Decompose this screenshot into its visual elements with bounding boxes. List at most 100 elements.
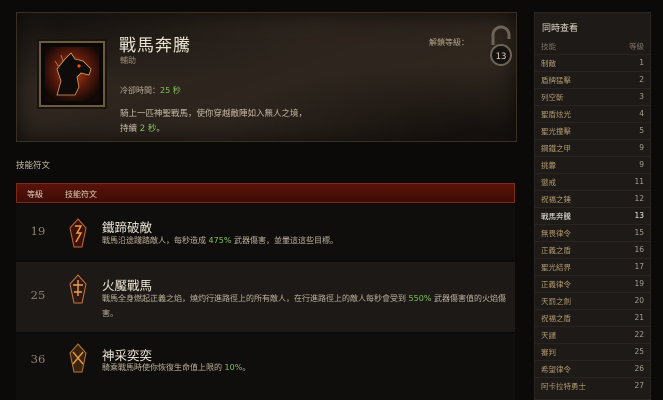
rune-row: 25 火魘戰馬 戰馬全身燃起正義之焰，燒灼行進路徑上的所有敵人，在行進路徑上的敵… xyxy=(16,262,515,332)
rune-description-part2: 。 xyxy=(242,363,251,372)
sidebar-skill-link[interactable]: 列空斬 3 xyxy=(535,88,650,105)
rune-description-part1: 騎乘戰馬時使你恢復生命值上限的 xyxy=(102,363,225,372)
rune-description-part2: 武器傷害，並暈這這些目標。 xyxy=(231,236,338,245)
sidebar-skill-level: 3 xyxy=(639,92,644,101)
rune-level: 36 xyxy=(30,352,46,366)
sidebar-skill-link[interactable]: 正義律令 19 xyxy=(535,275,650,292)
sidebar-column-header: 技能 等級 xyxy=(535,37,650,54)
sidebar-skill-link[interactable]: 戰馬奔騰 13 xyxy=(535,207,650,224)
sidebar-skill-level: 9 xyxy=(639,160,644,169)
sidebar-skill-link[interactable]: 正義之盾 16 xyxy=(535,241,650,258)
rune-crimson-icon xyxy=(69,218,87,248)
sidebar-title: 同時查看 xyxy=(542,24,579,34)
rune-damage-value: 550% xyxy=(408,294,432,303)
sidebar-skill-level: 25 xyxy=(634,347,644,356)
rune-description: 戰馬沿途踐踏敵人，每秒造成 475% 武器傷害，並暈這這些目標。 xyxy=(102,234,514,249)
black-horse-head-icon xyxy=(45,47,99,101)
sidebar-skill-link[interactable]: 審判 25 xyxy=(535,343,650,360)
sidebar-skill-level: 4 xyxy=(639,109,644,118)
sidebar-skill-level: 20 xyxy=(634,296,644,305)
sidebar-skill-name[interactable]: 希望律令 xyxy=(541,364,571,375)
sidebar-skill-name[interactable]: 鋼鐵之甲 xyxy=(541,143,571,154)
sidebar-skill-link[interactable]: 希望律令 26 xyxy=(535,360,650,377)
sidebar-skill-name[interactable]: 聖光結界 xyxy=(541,262,571,273)
sidebar-skill-link[interactable]: 阿卡拉特勇士 27 xyxy=(535,377,650,394)
sidebar-column-skill: 技能 xyxy=(541,42,556,51)
sidebar-skill-link[interactable]: 聖光結界 17 xyxy=(535,258,650,275)
rune-indigo-icon xyxy=(69,274,87,304)
sidebar-skill-name[interactable]: 懲戒 xyxy=(541,177,556,188)
sidebar-skill-link[interactable]: 無畏律令 15 xyxy=(535,224,650,241)
sidebar-skill-name[interactable]: 無畏律令 xyxy=(541,228,571,239)
sidebar-skill-name[interactable]: 制敵 xyxy=(541,58,556,69)
sidebar-skill-link[interactable]: 天罰之劍 20 xyxy=(535,292,650,309)
sidebar-skill-link[interactable]: 天譴 22 xyxy=(535,326,650,343)
sidebar-skill-name[interactable]: 聖光撞擊 xyxy=(541,126,571,137)
sidebar-skill-name[interactable]: 審判 xyxy=(541,347,556,358)
skill-description-part3: 。 xyxy=(156,124,165,134)
sidebar-skill-level: 17 xyxy=(634,262,644,271)
sidebar-skill-level: 11 xyxy=(634,177,644,186)
sidebar-skill-level: 21 xyxy=(634,313,644,322)
sidebar-skill-link[interactable]: 挑釁 9 xyxy=(535,156,650,173)
sidebar-skill-name[interactable]: 阿卡拉特勇士 xyxy=(541,381,586,392)
column-rune: 技能符文 xyxy=(65,190,97,199)
cooldown-text: 冷卻時間：25 秒 xyxy=(120,85,181,96)
rune-heal-value: 10% xyxy=(224,363,243,372)
rune-description-part1: 戰馬全身燃起正義之焰，燒灼行進路徑上的所有敵人，在行進路徑上的敵人每秒會受到 xyxy=(102,294,409,303)
sidebar-skill-level: 12 xyxy=(634,194,644,203)
sidebar-skill-level: 27 xyxy=(634,381,644,390)
unlock-level-label: 解鎖等級： xyxy=(429,38,469,47)
sidebar-skill-level: 5 xyxy=(639,126,644,135)
sidebar-skill-link[interactable]: 懲戒 11 xyxy=(535,173,650,190)
sidebar-skill-link[interactable]: 制敵 1 xyxy=(535,54,650,71)
skill-detail-card: 戰馬奔騰 輔助 冷卻時間：25 秒 騎上一匹神聖戰馬，使你穿越敵陣如入無人之境，… xyxy=(16,12,517,142)
sidebar-skill-name[interactable]: 天譴 xyxy=(541,330,556,341)
rune-row: 36 神采奕奕 騎乘戰馬時使你恢復生命值上限的 10%。 xyxy=(16,334,515,400)
skill-description: 騎上一匹神聖戰馬，使你穿越敵陣如入無人之境， 持續 2 秒。 xyxy=(120,107,380,137)
runes-table-header: 等級 技能符文 xyxy=(16,183,515,203)
skill-description-part2: 持續 xyxy=(120,124,140,134)
sidebar-skill-link[interactable]: 鋼鐵之甲 9 xyxy=(535,139,650,156)
sidebar-skill-name[interactable]: 天罰之劍 xyxy=(541,296,571,307)
column-level: 等級 xyxy=(27,190,43,199)
sidebar-skill-list: 制敵 1 盾牌猛擊 2 列空斬 3 聖盾炫光 4 聖光撞擊 5 鋼鐵之甲 9 挑釁 9 懲戒 11 祝福之錘 12… xyxy=(535,54,650,394)
skill-icon-frame xyxy=(39,41,105,107)
skill-category: 輔助 xyxy=(120,56,136,65)
sidebar-column-level: 等級 xyxy=(629,42,644,51)
cooldown-label: 冷卻時間： xyxy=(120,86,160,95)
skill-description-part1: 騎上一匹神聖戰馬，使你穿越敵陣如入無人之境， xyxy=(120,109,308,119)
sidebar-skill-name[interactable]: 祝福之錘 xyxy=(541,194,571,205)
rune-level: 19 xyxy=(30,224,46,238)
sidebar-skill-level: 19 xyxy=(634,279,644,288)
unlock-level-value: 13 xyxy=(495,52,507,62)
sidebar-skill-name[interactable]: 列空斬 xyxy=(541,92,564,103)
sidebar-skill-link[interactable]: 盾牌猛擊 2 xyxy=(535,71,650,88)
sidebar-skill-level: 22 xyxy=(634,330,644,339)
sidebar-skill-name[interactable]: 戰馬奔騰 xyxy=(541,211,571,222)
sidebar-skill-level: 9 xyxy=(639,143,644,152)
rune-golden-icon xyxy=(69,343,87,373)
cooldown-value: 25 秒 xyxy=(160,86,181,95)
rune-description: 騎乘戰馬時使你恢復生命值上限的 10%。 xyxy=(102,361,514,376)
sidebar-skill-level: 1 xyxy=(639,58,644,67)
sidebar-skill-level: 13 xyxy=(634,211,644,220)
see-also-sidebar: 同時查看 技能 等級 制敵 1 盾牌猛擊 2 列空斬 3 聖盾炫光 4 聖光撞擊 5 鋼鐵之甲 9 挑釁… xyxy=(534,12,651,400)
sidebar-skill-level: 2 xyxy=(639,75,644,84)
rune-description-part1: 戰馬沿途踐踏敵人，每秒造成 xyxy=(102,236,209,245)
rune-row: 19 鐵蹄破敵 戰馬沿途踐踏敵人，每秒造成 475% 武器傷害，並暈這這些目標。 xyxy=(16,204,515,260)
sidebar-skill-link[interactable]: 聖光撞擊 5 xyxy=(535,122,650,139)
sidebar-skill-link[interactable]: 聖盾炫光 4 xyxy=(535,105,650,122)
skill-title: 戰馬奔騰 xyxy=(119,36,191,56)
sidebar-skill-name[interactable]: 盾牌猛擊 xyxy=(541,75,571,86)
sidebar-skill-name[interactable]: 祝福之盾 xyxy=(541,313,571,324)
rune-damage-value: 475% xyxy=(208,236,232,245)
skill-duration-value: 2 秒 xyxy=(139,124,157,134)
sidebar-skill-link[interactable]: 祝福之盾 21 xyxy=(535,309,650,326)
sidebar-skill-name[interactable]: 聖盾炫光 xyxy=(541,109,571,120)
sidebar-skill-name[interactable]: 正義律令 xyxy=(541,279,571,290)
sidebar-skill-name[interactable]: 正義之盾 xyxy=(541,245,571,256)
sidebar-skill-level: 16 xyxy=(634,245,644,254)
sidebar-skill-link[interactable]: 祝福之錘 12 xyxy=(535,190,650,207)
sidebar-skill-name[interactable]: 挑釁 xyxy=(541,160,556,171)
